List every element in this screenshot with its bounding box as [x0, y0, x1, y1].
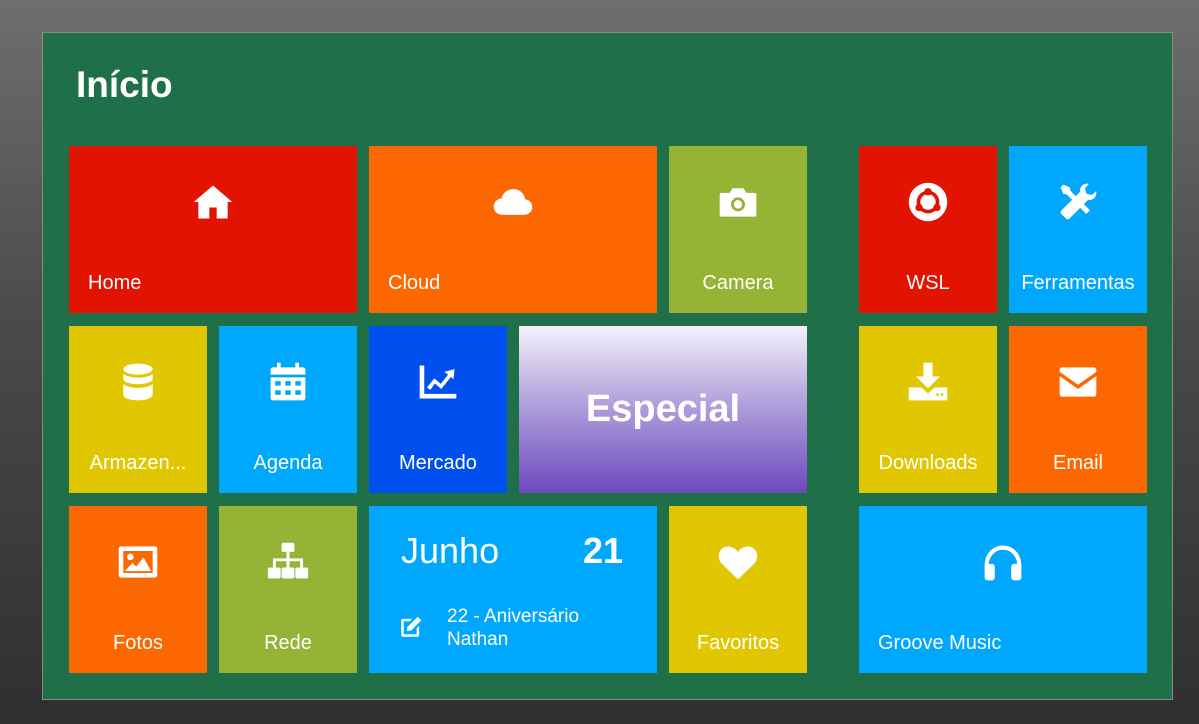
headphones-icon: [859, 542, 1147, 582]
tile-favoritos-label: Favoritos: [696, 632, 780, 654]
camera-icon: [669, 182, 807, 222]
tile-armazenamento[interactable]: Armazen...: [69, 326, 207, 493]
calendar-month: Junho: [401, 530, 500, 571]
tile-downloads-label: Downloads: [878, 452, 978, 474]
tile-home[interactable]: Home: [69, 146, 357, 313]
tile-armazenamento-label: Armazen...: [89, 452, 187, 474]
tile-mercado-label: Mercado: [399, 452, 477, 474]
tile-cloud-label: Cloud: [388, 272, 441, 294]
tile-wsl[interactable]: WSL: [859, 146, 997, 313]
database-icon: [69, 362, 207, 402]
tile-camera[interactable]: Camera: [669, 146, 807, 313]
image-icon: [69, 542, 207, 582]
sitemap-icon: [219, 542, 357, 582]
tile-email-label: Email: [1052, 452, 1103, 474]
page-title: Início: [76, 64, 173, 105]
tile-groove-music[interactable]: Groove Music: [859, 506, 1147, 673]
edit-icon: [398, 614, 424, 640]
tile-agenda-label: Agenda: [253, 452, 323, 474]
tile-fotos[interactable]: Fotos: [69, 506, 207, 673]
calendar-icon: [219, 362, 357, 402]
tile-home-label: Home: [88, 272, 142, 294]
tile-ferramentas-label: Ferramentas: [1021, 272, 1135, 294]
tile-especial-label: Especial: [585, 388, 741, 430]
tile-groove-music-label: Groove Music: [878, 632, 1002, 654]
ubuntu-icon: [859, 182, 997, 222]
download-icon: [859, 362, 997, 402]
tile-downloads[interactable]: Downloads: [859, 326, 997, 493]
tile-cloud[interactable]: Cloud: [369, 146, 657, 313]
tools-icon: [1009, 182, 1147, 222]
chart-line-icon: [369, 362, 507, 402]
heart-icon: [669, 542, 807, 582]
tile-especial[interactable]: Especial: [519, 326, 807, 493]
cloud-icon: [369, 182, 657, 222]
calendar-event-line1: 22 - Aniversário: [447, 606, 580, 627]
tile-rede-label: Rede: [264, 632, 312, 654]
tile-calendario[interactable]: Junho 21 22 - Aniversário Nathan: [369, 506, 657, 673]
tile-agenda[interactable]: Agenda: [219, 326, 357, 493]
calendar-event: 22 - Aniversário Nathan: [447, 605, 579, 651]
calendar-day: 21: [582, 530, 623, 571]
start-panel: Início Home Cloud Camera WSL Ferramentas…: [42, 32, 1173, 700]
tile-mercado[interactable]: Mercado: [369, 326, 507, 493]
tile-rede[interactable]: Rede: [219, 506, 357, 673]
tile-wsl-label: WSL: [906, 272, 950, 294]
envelope-icon: [1009, 362, 1147, 402]
tile-ferramentas[interactable]: Ferramentas: [1009, 146, 1147, 313]
tile-email[interactable]: Email: [1009, 326, 1147, 493]
tile-camera-label: Camera: [702, 272, 774, 294]
calendar-event-line2: Nathan: [447, 629, 509, 650]
tile-favoritos[interactable]: Favoritos: [669, 506, 807, 673]
tile-fotos-label: Fotos: [112, 632, 164, 654]
home-icon: [69, 182, 357, 222]
